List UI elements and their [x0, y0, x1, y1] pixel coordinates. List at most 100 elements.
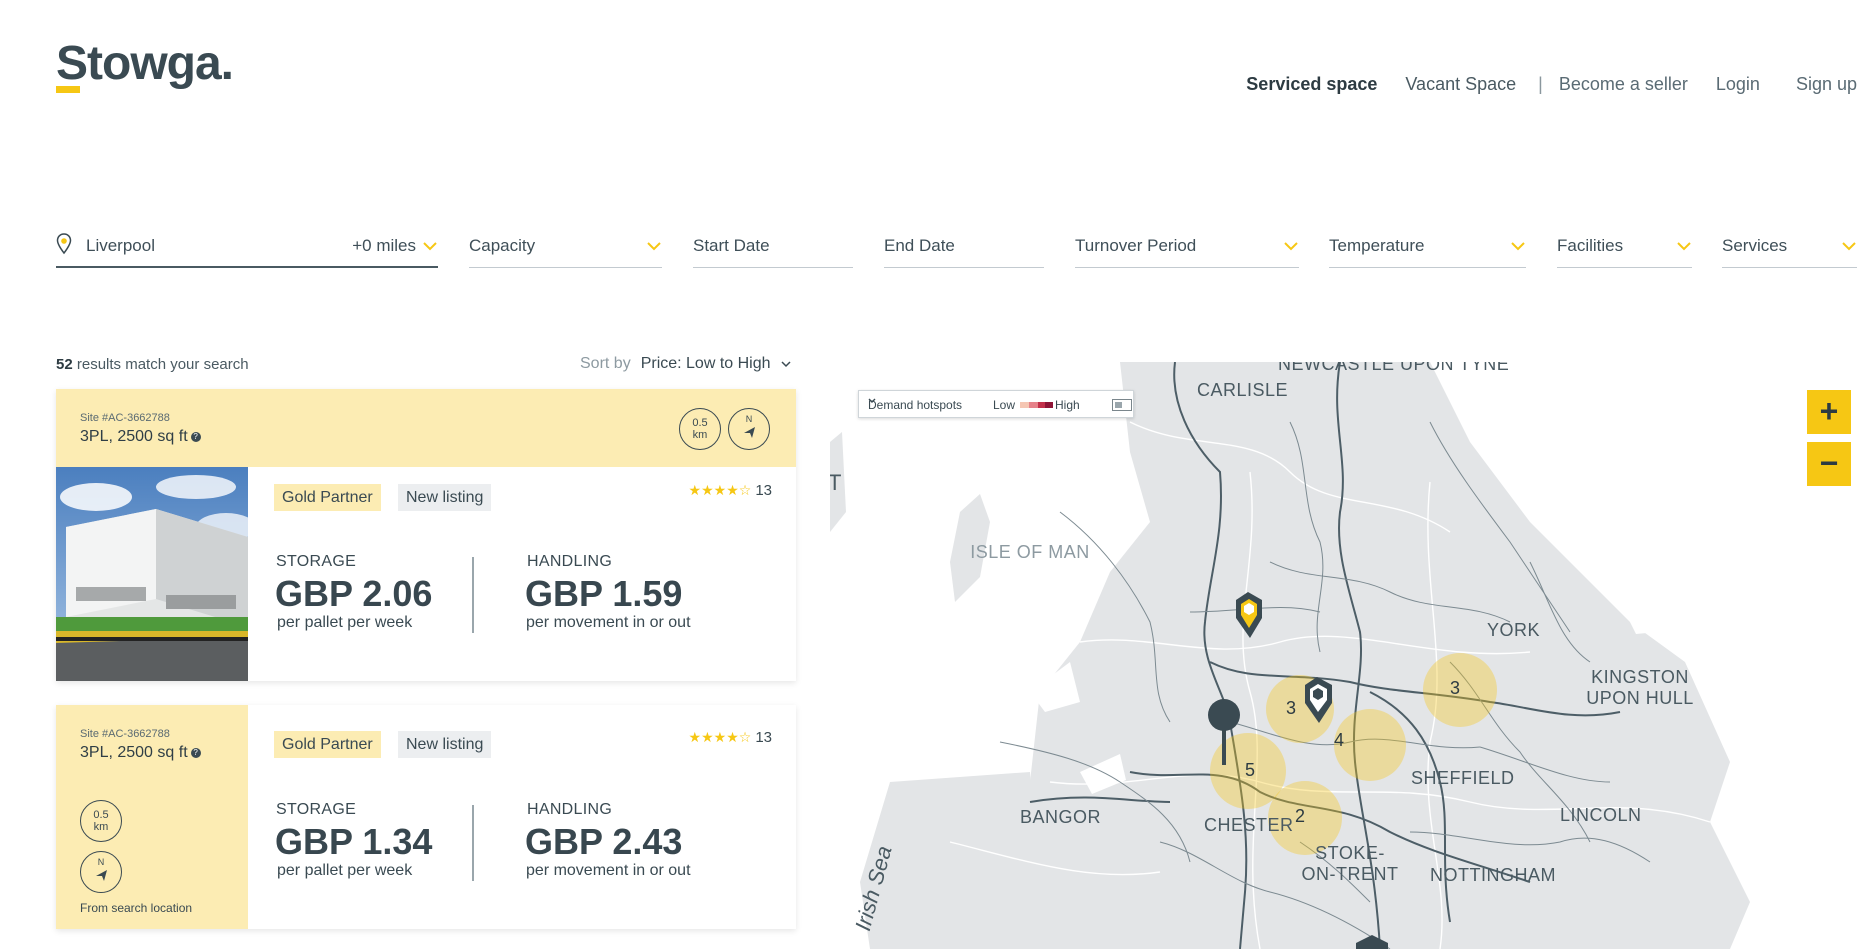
map-label-hull: KINGSTON UPON HULL: [1586, 667, 1694, 708]
handling-label: HANDLING: [527, 553, 613, 570]
map-label-stoke: STOKE-ON-TRENT: [1301, 843, 1399, 884]
capacity-label: Capacity: [469, 236, 536, 255]
cluster-count[interactable]: 4: [1334, 730, 1344, 751]
star-rating-icon: ★★★★☆: [688, 482, 752, 498]
nav-separator: |: [1538, 74, 1543, 94]
search-filter-bar: Liverpool +0 miles Capacity Start Date E…: [56, 230, 1865, 270]
cluster-count[interactable]: 5: [1245, 760, 1255, 781]
price-divider: [472, 805, 474, 881]
services-filter[interactable]: Services: [1722, 230, 1857, 268]
results-count-text: results match your search: [72, 356, 249, 373]
rating: ★★★★☆ 13: [689, 482, 772, 499]
legend-swatch: [1045, 402, 1053, 408]
help-icon[interactable]: ?: [190, 747, 201, 758]
listing-card[interactable]: Site #AC-3662788 3PL, 2500 sq ft? 0.5 km …: [56, 389, 796, 681]
chevron-down-icon: [1677, 242, 1691, 251]
map-label-newcastle: NEWCASTLE UPON TYNE: [1278, 362, 1510, 374]
badge-gold-partner: Gold Partner: [274, 731, 381, 758]
map-label-carlisle: CARLISLE: [1197, 380, 1289, 400]
nav-serviced-space[interactable]: Serviced space: [1246, 74, 1377, 95]
logo-text: Stowga.: [56, 37, 234, 90]
storage-unit: per pallet per week: [277, 614, 413, 631]
handling-unit: per movement in or out: [526, 862, 691, 879]
rating: ★★★★☆ 13: [689, 729, 772, 746]
handling-price: GBP 2.43: [525, 821, 683, 862]
nav-vacant-space[interactable]: Vacant Space: [1405, 74, 1516, 95]
zoom-out-button[interactable]: −: [1807, 442, 1851, 486]
cluster-count[interactable]: 2: [1295, 806, 1305, 827]
chevron-down-icon: [1842, 242, 1856, 251]
location-input[interactable]: Liverpool: [86, 236, 155, 256]
review-count: 13: [755, 729, 772, 746]
badge-new-listing: New listing: [398, 484, 492, 511]
facilities-filter[interactable]: Facilities: [1557, 230, 1692, 268]
map-label-bangor: BANGOR: [1020, 807, 1102, 827]
badge-new-listing: New listing: [398, 731, 492, 758]
map-label-york: YORK: [1487, 620, 1541, 640]
zoom-in-button[interactable]: +: [1807, 390, 1851, 434]
from-search-location: From search location: [80, 901, 193, 915]
chevron-down-icon: [868, 398, 876, 403]
compass-icon: N: [80, 851, 122, 893]
stowga-logo[interactable]: Stowga.: [56, 36, 234, 93]
nav-become-seller[interactable]: Become a seller: [1559, 74, 1688, 95]
compass-label: N: [97, 857, 105, 867]
listing-card[interactable]: Site #AC-3662788 3PL, 2500 sq ft? 0.5 km …: [56, 705, 796, 929]
nav-login[interactable]: Login: [1716, 74, 1760, 95]
storage-unit: per pallet per week: [277, 862, 413, 879]
end-date-label: End Date: [884, 236, 955, 255]
storage-price: GBP 2.06: [275, 573, 433, 614]
results-count-number: 52: [56, 356, 73, 373]
chevron-down-icon: [423, 242, 437, 251]
help-icon[interactable]: ?: [190, 431, 201, 442]
chevron-down-icon: [1284, 242, 1298, 251]
site-size: 3PL, 2500 sq ft?: [80, 744, 201, 762]
services-label: Services: [1722, 236, 1788, 255]
legend-low: Low: [993, 398, 1016, 412]
review-count: 13: [755, 482, 772, 499]
distance-unit: km: [93, 821, 109, 833]
warehouse-photo[interactable]: [56, 467, 248, 681]
distance-badge: 0.5 km: [679, 408, 721, 450]
handling-unit: per movement in or out: [526, 614, 691, 631]
sort-select[interactable]: Price: Low to High: [641, 355, 771, 372]
turnover-label: Turnover Period: [1075, 236, 1197, 255]
cluster-count[interactable]: 3: [1450, 678, 1460, 699]
cluster-count[interactable]: 3: [1286, 698, 1296, 719]
start-date-filter[interactable]: Start Date: [693, 230, 853, 268]
star-rating-icon: ★★★★☆: [688, 729, 752, 745]
chevron-down-icon: [781, 361, 791, 368]
nav-signup[interactable]: Sign up: [1796, 74, 1857, 95]
location-pin-icon: [56, 233, 72, 255]
radius-select[interactable]: +0 miles: [352, 236, 416, 256]
compass-label: N: [745, 414, 753, 424]
badge-gold-partner: Gold Partner: [274, 484, 381, 511]
start-date-label: Start Date: [693, 236, 770, 255]
map-label-edge: T: [830, 470, 842, 495]
map-label-sheffield: SHEFFIELD: [1411, 768, 1515, 788]
site-id: Site #AC-3662788: [80, 412, 170, 424]
end-date-filter[interactable]: End Date: [884, 230, 1044, 268]
capacity-filter[interactable]: Capacity: [469, 230, 662, 268]
turnover-filter[interactable]: Turnover Period: [1075, 230, 1299, 268]
map-label-lincoln: LINCOLN: [1560, 805, 1642, 825]
distance-unit: km: [692, 429, 708, 441]
location-filter[interactable]: Liverpool +0 miles: [56, 230, 438, 268]
sort-control[interactable]: Sort by Price: Low to High: [580, 355, 791, 373]
card-header: Site #AC-3662788 3PL, 2500 sq ft? 0.5 km …: [56, 389, 796, 467]
storage-label: STORAGE: [276, 553, 357, 570]
storage-label: STORAGE: [276, 801, 357, 818]
site-size-text: 3PL, 2500 sq ft: [80, 428, 188, 445]
temperature-filter[interactable]: Temperature: [1329, 230, 1526, 268]
top-nav: Serviced space Vacant Space | Become a s…: [1218, 74, 1857, 95]
distance-badge: 0.5 km: [80, 800, 122, 842]
map-label-isle-of-man: ISLE OF MAN: [970, 542, 1090, 562]
chevron-down-icon: [647, 242, 661, 251]
results-count: 52 results match your search: [56, 356, 249, 373]
legend-high: High: [1055, 398, 1080, 412]
temperature-label: Temperature: [1329, 236, 1425, 255]
demand-hotspots-select[interactable]: Demand hotspots: [868, 398, 962, 412]
heatmap-toggle[interactable]: [1112, 399, 1132, 411]
map-view[interactable]: NEWCASTLE UPON TYNE CARLISLE ISLE OF MAN…: [830, 362, 1865, 949]
map-legend: Demand hotspots Low High: [858, 390, 1134, 418]
